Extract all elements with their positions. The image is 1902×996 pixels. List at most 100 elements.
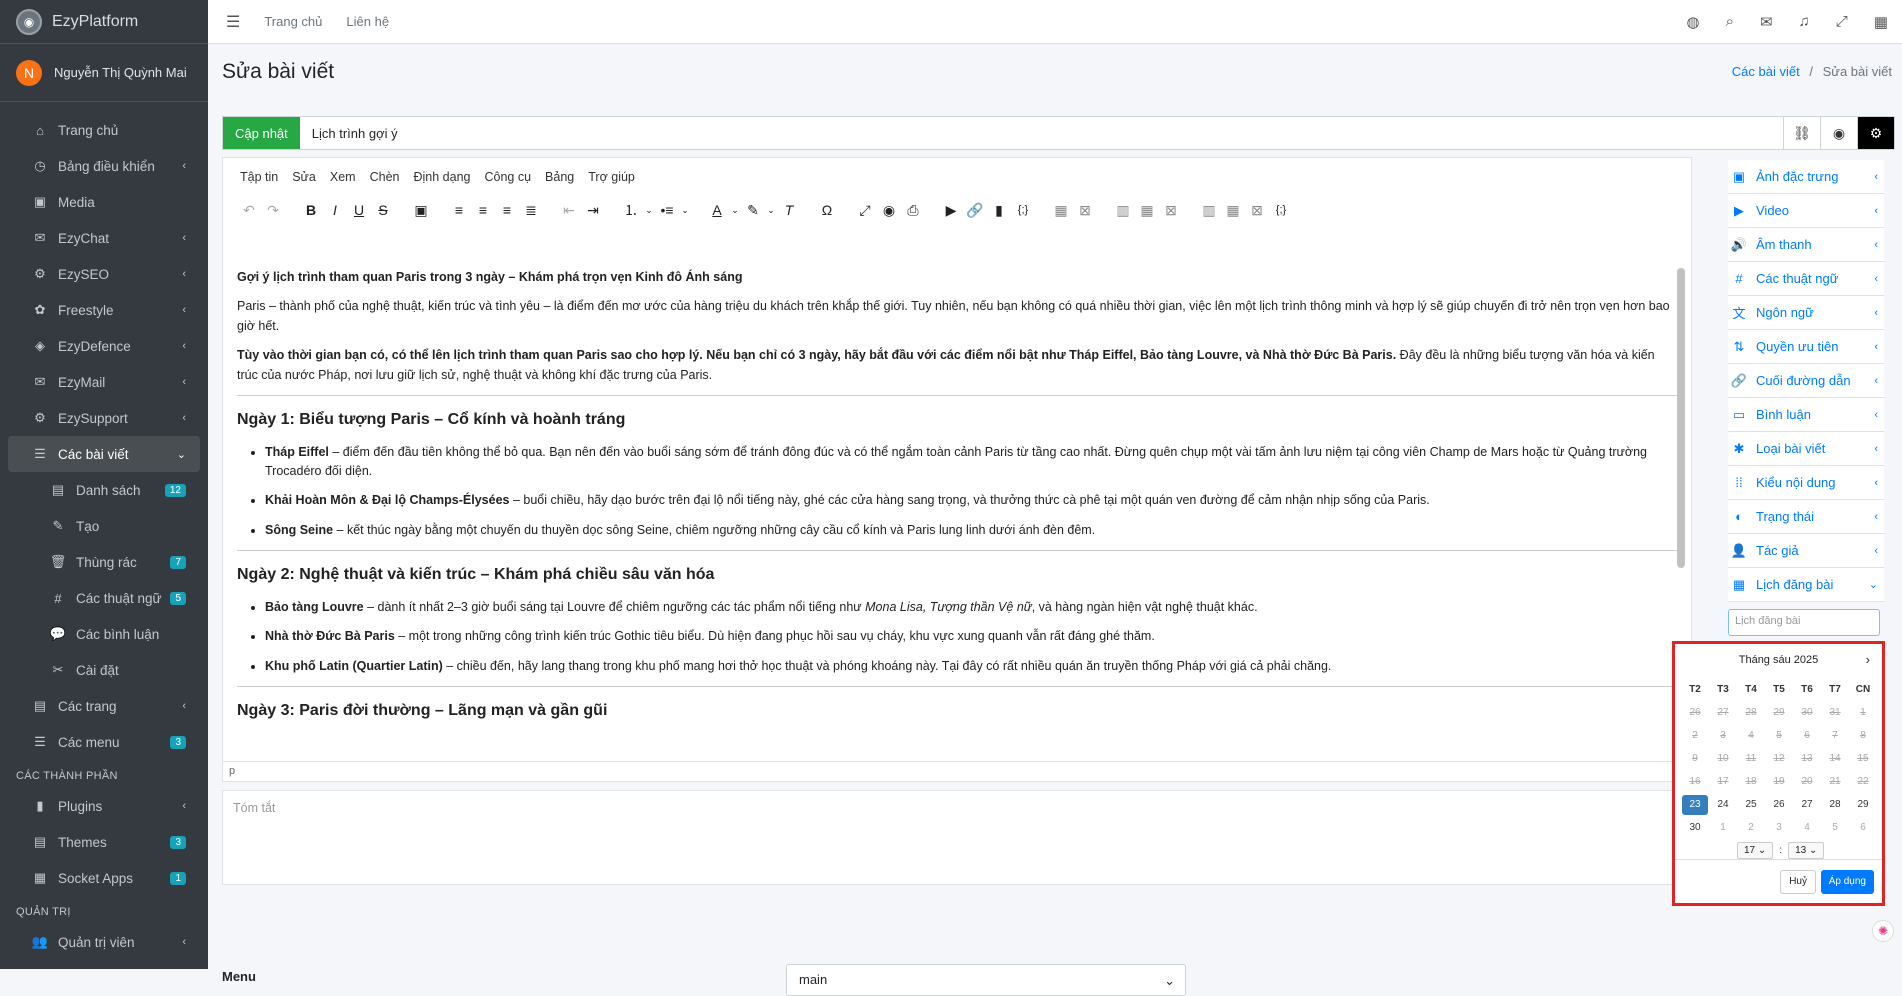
media-icon[interactable]: ▶ <box>939 202 963 219</box>
apply-button[interactable]: Áp dụng <box>1820 870 1874 894</box>
special-char-icon[interactable]: Ω <box>815 202 839 218</box>
editor-menu-item[interactable]: Trợ giúp <box>588 170 635 184</box>
topnav-contact-link[interactable]: Liên hệ <box>346 14 389 29</box>
sidebar-item[interactable]: ⚙ EzySEO ‹ <box>8 256 200 292</box>
sidebar-item[interactable]: ▮ Plugins ‹ <box>8 788 200 824</box>
sidebar-item[interactable]: ▤ Danh sách 12 <box>8 472 200 508</box>
bookmark-icon[interactable]: ▮ <box>987 202 1011 219</box>
bullet-list-icon[interactable]: •≡ <box>655 202 679 218</box>
editor-scrollbar[interactable] <box>1677 268 1685 568</box>
chevron-down-icon[interactable]: ⌄ <box>765 205 777 216</box>
settings-section[interactable]: ▭ Bình luận ‹ <box>1728 398 1884 432</box>
calendar-day[interactable]: 5 <box>1765 724 1793 747</box>
strikethrough-icon[interactable]: S <box>371 202 395 218</box>
globe-icon[interactable]: ◍ <box>1686 13 1699 31</box>
source-code-icon[interactable]: {;} <box>1269 204 1293 216</box>
hour-select[interactable]: 17 ⌄ <box>1737 842 1774 859</box>
editor-content[interactable]: Gợi ý lịch trình tham quan Paris trong 3… <box>237 268 1677 758</box>
editor-menu-item[interactable]: Định dạng <box>413 170 470 184</box>
sidebar-item[interactable]: ✉ EzyMail ‹ <box>8 364 200 400</box>
insert-image-icon[interactable]: ▣ <box>409 202 433 219</box>
settings-section[interactable]: 文 Ngôn ngữ ‹ <box>1728 296 1884 330</box>
sidebar-item[interactable]: ⌂ Trang chủ <box>8 112 200 148</box>
calendar-day[interactable]: 1 <box>1709 816 1737 839</box>
code-icon[interactable]: {;} <box>1011 204 1035 216</box>
highlight-icon[interactable]: ✎ <box>741 202 765 219</box>
sidebar-item[interactable]: ✎ Tạo <box>8 508 200 544</box>
calendar-day[interactable]: 24 <box>1709 793 1737 816</box>
chevron-down-icon[interactable]: ⌄ <box>729 205 741 216</box>
sidebar-item[interactable]: ▣ Media <box>8 184 200 220</box>
calendar-day[interactable]: 2 <box>1737 816 1765 839</box>
calendar-day[interactable]: 2 <box>1681 724 1709 747</box>
settings-section[interactable]: ⇅ Quyền ưu tiên ‹ <box>1728 330 1884 364</box>
table-col-after-icon[interactable]: ▦ <box>1221 202 1245 219</box>
redo-icon[interactable]: ↷ <box>261 202 285 219</box>
calendar-day[interactable]: 10 <box>1709 747 1737 770</box>
calendar-day[interactable]: 29 <box>1765 701 1793 724</box>
calendar-day[interactable]: 26 <box>1681 701 1709 724</box>
settings-section[interactable]: # Các thuật ngữ ‹ <box>1728 262 1884 296</box>
schedule-input[interactable]: Lịch đăng bài <box>1728 609 1880 636</box>
sidebar-item[interactable]: 🗑 Thùng rác 7 <box>8 544 200 580</box>
preview-icon[interactable]: ◉ <box>877 202 901 219</box>
settings-section[interactable]: ▦ Lịch đăng bài ⌄ <box>1728 568 1884 602</box>
outdent-icon[interactable]: ⇤ <box>557 202 581 219</box>
calendar-day[interactable]: 4 <box>1793 816 1821 839</box>
sidebar-item[interactable]: ☰ Các menu 3 <box>8 724 200 760</box>
calendar-day[interactable]: 28 <box>1821 793 1849 816</box>
calendar-day[interactable]: 11 <box>1737 747 1765 770</box>
fullscreen-icon[interactable]: ⤢ <box>1836 13 1848 31</box>
editor-menu-item[interactable]: Tập tin <box>240 170 278 184</box>
table-row-after-icon[interactable]: ▦ <box>1135 202 1159 219</box>
calendar-day[interactable]: 6 <box>1849 816 1877 839</box>
calendar-day[interactable]: 1 <box>1849 701 1877 724</box>
hamburger-icon[interactable]: ☰ <box>226 12 240 32</box>
calendar-day[interactable]: 22 <box>1849 770 1877 793</box>
sidebar-item[interactable]: ☰ Các bài viết ⌄ <box>8 436 200 472</box>
sidebar-item[interactable]: ▤ Các trang ‹ <box>8 688 200 724</box>
calendar-day[interactable]: 12 <box>1765 747 1793 770</box>
align-center-icon[interactable]: ≡ <box>471 202 495 218</box>
calendar-day[interactable]: 19 <box>1765 770 1793 793</box>
calendar-day[interactable]: 9 <box>1681 747 1709 770</box>
table-icon[interactable]: ▦ <box>1049 202 1073 219</box>
align-justify-icon[interactable]: ≣ <box>519 202 543 219</box>
table-col-before-icon[interactable]: ▥ <box>1197 202 1221 219</box>
settings-section[interactable]: 👤 Tác giả ‹ <box>1728 534 1884 568</box>
update-button[interactable]: Cập nhật <box>223 117 300 149</box>
preview-eye-icon[interactable]: ◉ <box>1820 117 1857 149</box>
calendar-day[interactable]: 21 <box>1821 770 1849 793</box>
calendar-day[interactable]: 16 <box>1681 770 1709 793</box>
calendar-day[interactable]: 29 <box>1849 793 1877 816</box>
print-icon[interactable]: ⎙ <box>901 202 925 219</box>
post-title-input[interactable]: Lịch trình gợi ý <box>312 126 398 141</box>
link-icon[interactable]: 🔗 <box>963 202 987 219</box>
calendar-day[interactable]: 7 <box>1821 724 1849 747</box>
calendar-day[interactable]: 27 <box>1793 793 1821 816</box>
table-delete-row-icon[interactable]: ⊠ <box>1159 202 1183 219</box>
sidebar-item[interactable]: ⚙ EzySupport ‹ <box>8 400 200 436</box>
delete-table-icon[interactable]: ⊠ <box>1073 202 1097 219</box>
calendar-day[interactable]: 20 <box>1793 770 1821 793</box>
sidebar-item[interactable]: 👥 Quản trị viên ‹ <box>8 924 200 960</box>
assistant-icon[interactable]: ✺ <box>1872 920 1894 942</box>
italic-icon[interactable]: I <box>323 202 347 218</box>
sidebar-item[interactable]: ◈ EzyDefence ‹ <box>8 328 200 364</box>
calendar-day[interactable]: 14 <box>1821 747 1849 770</box>
calendar-day[interactable]: 27 <box>1709 701 1737 724</box>
bell-icon[interactable]: ♫ <box>1799 13 1810 31</box>
align-left-icon[interactable]: ≡ <box>447 202 471 218</box>
calendar-day[interactable]: 3 <box>1709 724 1737 747</box>
sidebar-item[interactable]: ▤ Themes 3 <box>8 824 200 860</box>
sidebar-item[interactable]: ✉ EzyChat ‹ <box>8 220 200 256</box>
calendar-day[interactable]: 5 <box>1821 816 1849 839</box>
indent-icon[interactable]: ⇥ <box>581 202 605 219</box>
topnav-home-link[interactable]: Trang chủ <box>264 14 322 29</box>
clear-format-icon[interactable]: T <box>777 202 801 218</box>
calendar-day[interactable]: 25 <box>1737 793 1765 816</box>
cancel-button[interactable]: Huỷ <box>1780 870 1816 894</box>
settings-section[interactable]: 🔗 Cuối đường dẫn ‹ <box>1728 364 1884 398</box>
calendar-day[interactable]: 13 <box>1793 747 1821 770</box>
calendar-day[interactable]: 4 <box>1737 724 1765 747</box>
